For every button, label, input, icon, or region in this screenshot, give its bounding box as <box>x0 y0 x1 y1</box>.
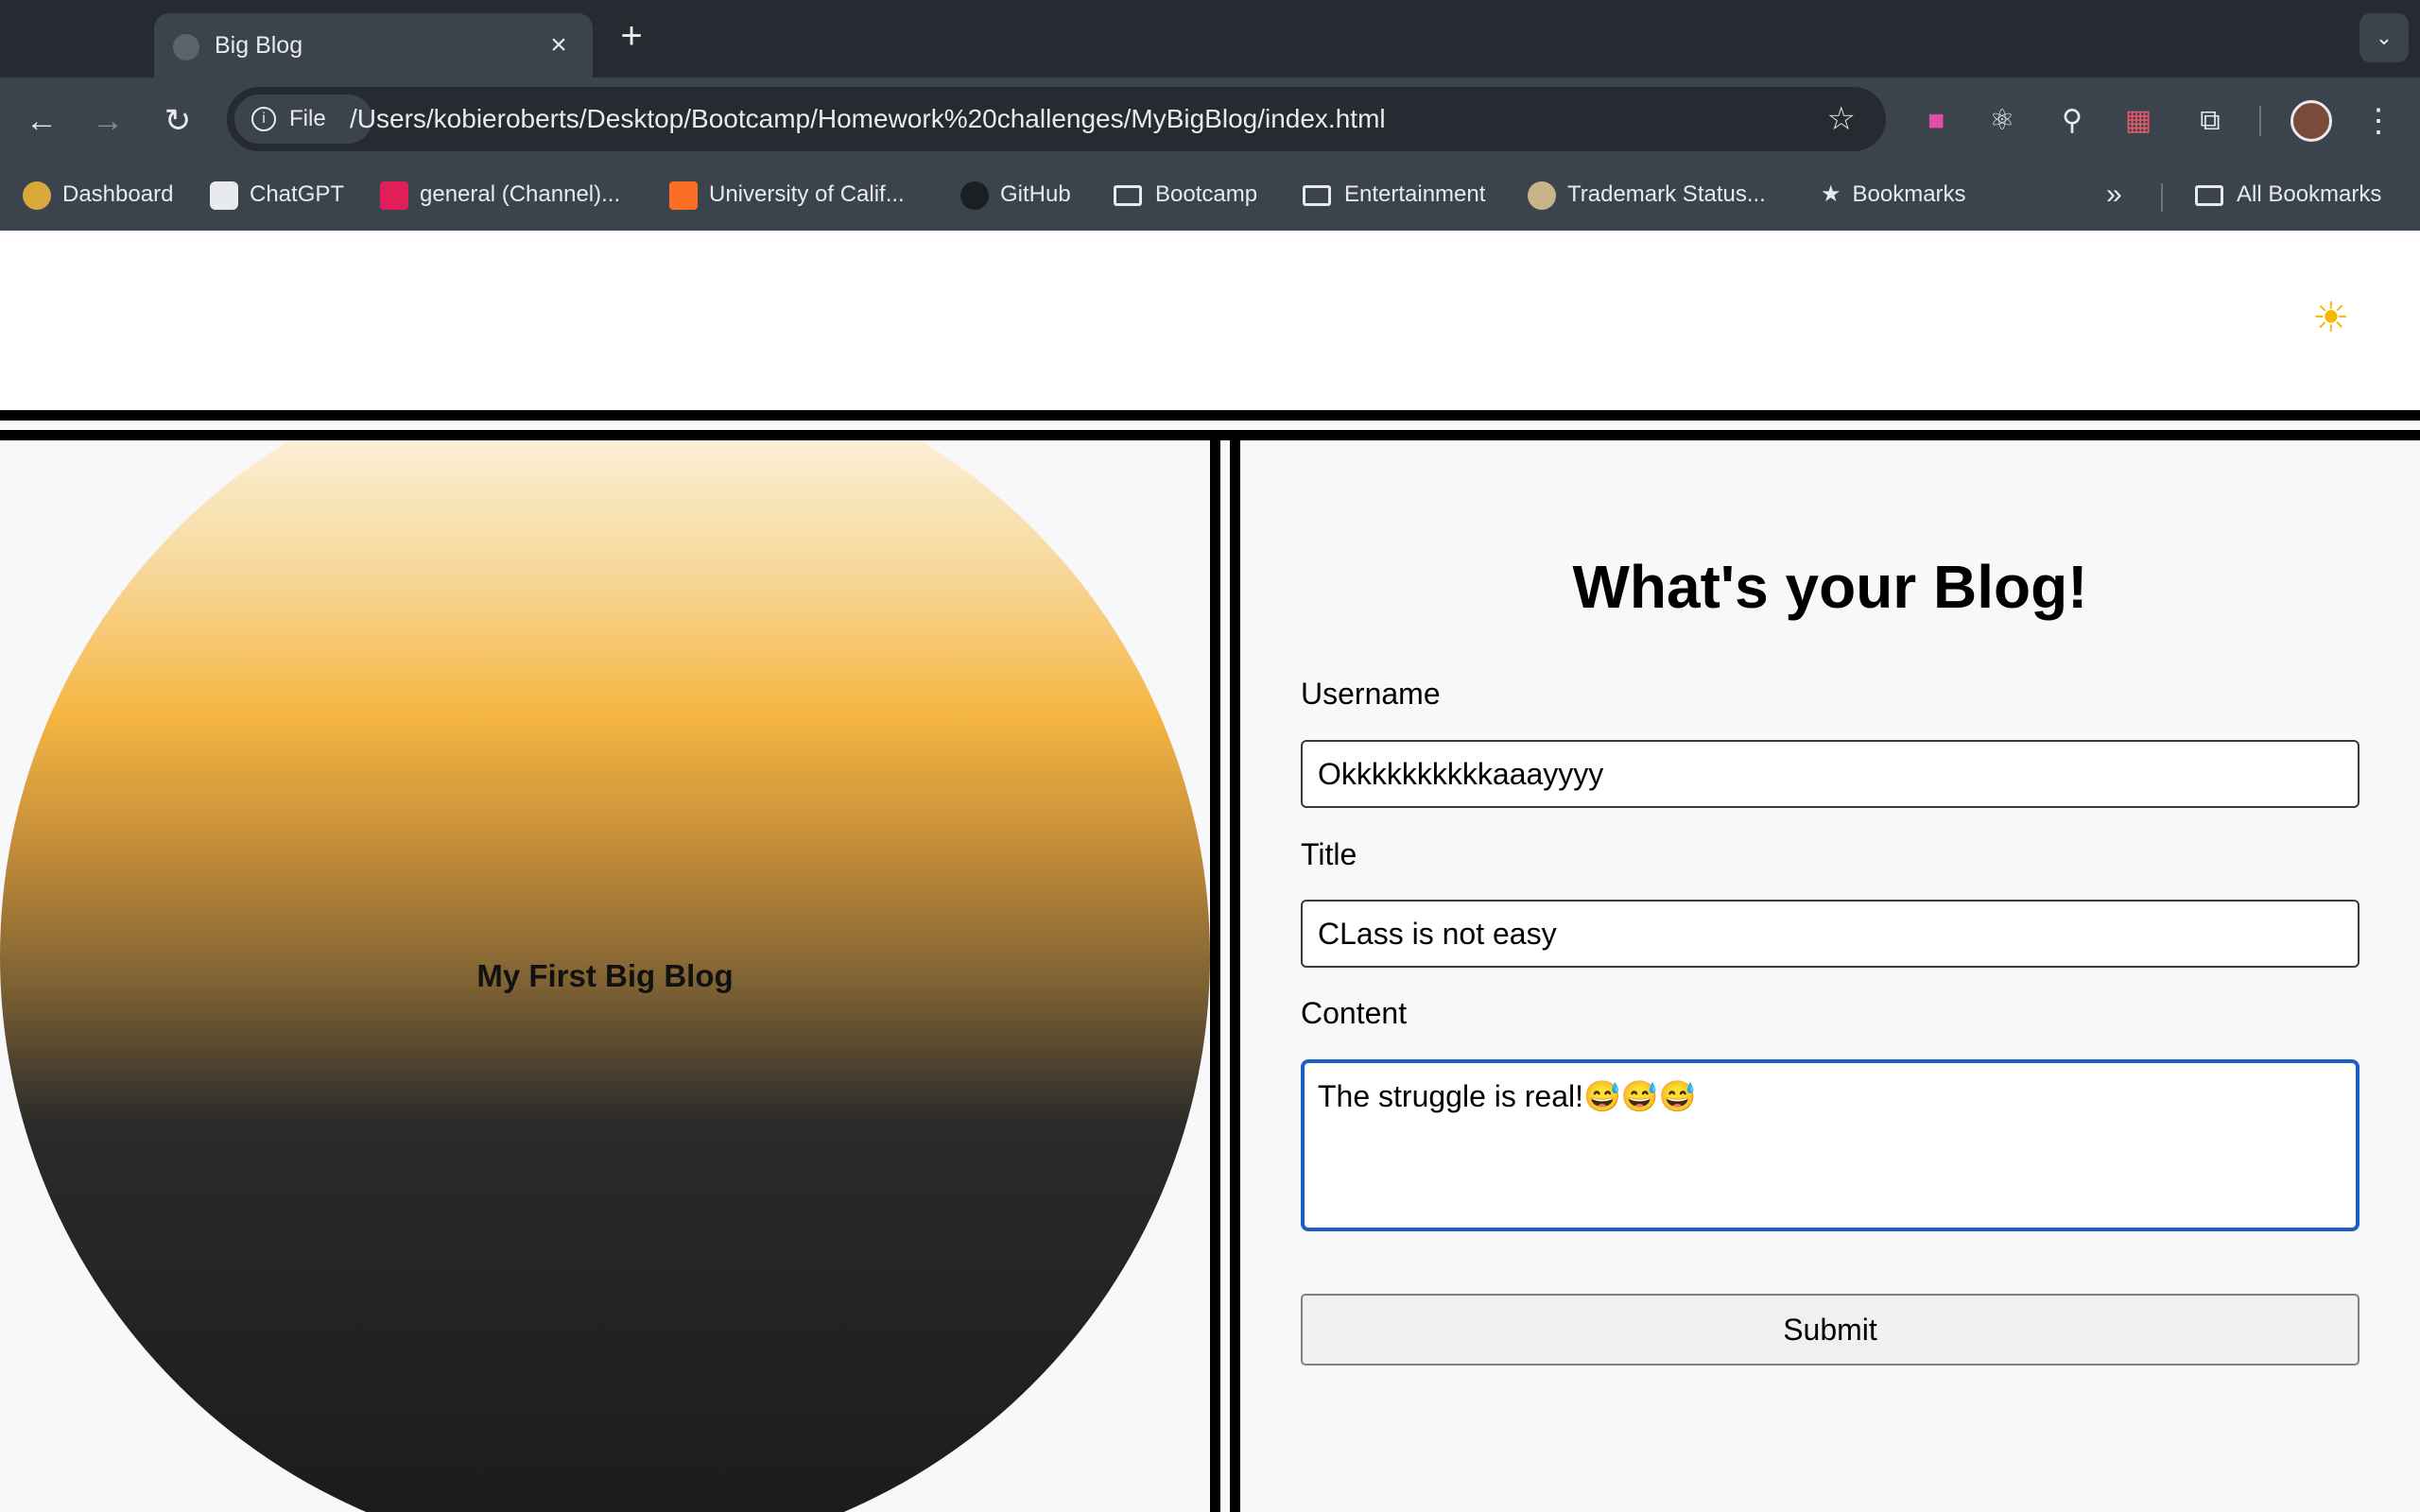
divider-left <box>1210 440 1220 1512</box>
bookmark-slack-general[interactable]: general (Channel)... <box>380 176 620 214</box>
header-border-bottom <box>0 430 2420 440</box>
bookmark-folder-bookmarks[interactable]: ★ Bookmarks <box>1821 176 1966 214</box>
dashboard-favicon-icon <box>23 180 51 210</box>
address-bar[interactable]: i File /Users/kobieroberts/Desktop/Bootc… <box>227 87 1886 151</box>
bookmark-star-icon[interactable]: ☆ <box>1827 100 1856 138</box>
bookmark-chatgpt[interactable]: ChatGPT <box>210 176 344 214</box>
screen-recorder-extension-icon[interactable]: ■ <box>1917 98 1955 144</box>
username-label: Username <box>1301 677 1441 711</box>
folder-icon <box>2195 184 2223 206</box>
react-devtools-icon[interactable]: ⚛ <box>1983 98 2021 144</box>
folder-icon <box>1303 184 1331 206</box>
bookmark-folder-entertainment[interactable]: Entertainment <box>1303 176 1485 214</box>
bookmark-university[interactable]: University of Calif... <box>669 176 905 214</box>
more-menu-icon[interactable]: ⋮ <box>2360 98 2397 144</box>
folder-icon <box>1114 184 1142 206</box>
extensions-puzzle-icon[interactable]: ⧉ <box>2191 98 2229 144</box>
content-label: Content <box>1301 996 1408 1030</box>
profile-avatar[interactable] <box>2290 100 2332 142</box>
url-text[interactable]: /Users/kobieroberts/Desktop/Bootcamp/Hom… <box>350 87 1386 151</box>
tab-title: Big Blog <box>215 32 303 59</box>
hero-title: My First Big Blog <box>476 958 734 993</box>
bookmark-github[interactable]: GitHub <box>960 176 1071 214</box>
bookmarks-bar: Dashboard ChatGPT general (Channel)... U… <box>0 164 2420 231</box>
username-input[interactable]: Okkkkkkkkkkaaayyyy <box>1301 740 2360 808</box>
blog-form: What's your Blog! Username Okkkkkkkkkkaa… <box>1240 440 2420 1512</box>
hero-panel: My First Big Blog <box>0 440 1210 1512</box>
pin-extension-icon[interactable]: ⚲ <box>2053 98 2091 144</box>
info-icon: i <box>251 107 276 131</box>
all-bookmarks-folder[interactable]: All Bookmarks <box>2195 176 2381 214</box>
bookmark-folder-bootcamp[interactable]: Bootcamp <box>1114 176 1257 214</box>
active-tab[interactable]: Big Blog × <box>154 13 593 77</box>
title-label: Title <box>1301 837 1357 871</box>
tab-search-button[interactable]: ⌄ <box>2360 13 2409 62</box>
sun-icon[interactable]: ☀ <box>2312 295 2349 342</box>
close-icon[interactable]: × <box>540 26 578 64</box>
browser-chrome: Big Blog × + ⌄ ← → ↻ i File /Users/kobie… <box>0 0 2420 231</box>
divider-right <box>1230 440 1240 1512</box>
star-icon: ★ <box>1821 181 1841 207</box>
toolbar-divider <box>2259 106 2261 136</box>
bookmarks-overflow-icon[interactable]: » <box>2106 176 2122 214</box>
globe-icon <box>173 34 199 60</box>
forward-icon[interactable]: → <box>85 98 130 144</box>
slack-favicon-icon <box>380 180 408 210</box>
gitlab-favicon-icon <box>669 180 698 210</box>
bookmark-trademark-status[interactable]: Trademark Status... <box>1528 176 1766 214</box>
title-input[interactable]: CLass is not easy <box>1301 900 2360 968</box>
bookmark-dashboard[interactable]: Dashboard <box>23 176 173 214</box>
github-favicon-icon <box>960 180 989 210</box>
tab-strip: Big Blog × + ⌄ <box>0 0 2420 77</box>
page-header: ☀ <box>0 231 2420 410</box>
new-tab-button[interactable]: + <box>613 17 650 55</box>
chatgpt-favicon-icon <box>210 180 238 210</box>
ruler-extension-icon[interactable]: ▦ <box>2119 98 2157 144</box>
back-icon[interactable]: ← <box>19 98 64 144</box>
toolbar: ← → ↻ i File /Users/kobieroberts/Desktop… <box>0 77 2420 164</box>
form-title: What's your Blog! <box>1572 553 2088 621</box>
trademark-favicon-icon <box>1528 180 1556 210</box>
bookmarks-divider <box>2161 183 2163 212</box>
content-textarea[interactable]: The struggle is real!😅😅😅 <box>1301 1059 2360 1231</box>
url-scheme-label: File <box>289 106 326 131</box>
submit-button[interactable]: Submit <box>1301 1294 2360 1366</box>
header-border-top <box>0 410 2420 421</box>
reload-icon[interactable]: ↻ <box>155 98 200 144</box>
